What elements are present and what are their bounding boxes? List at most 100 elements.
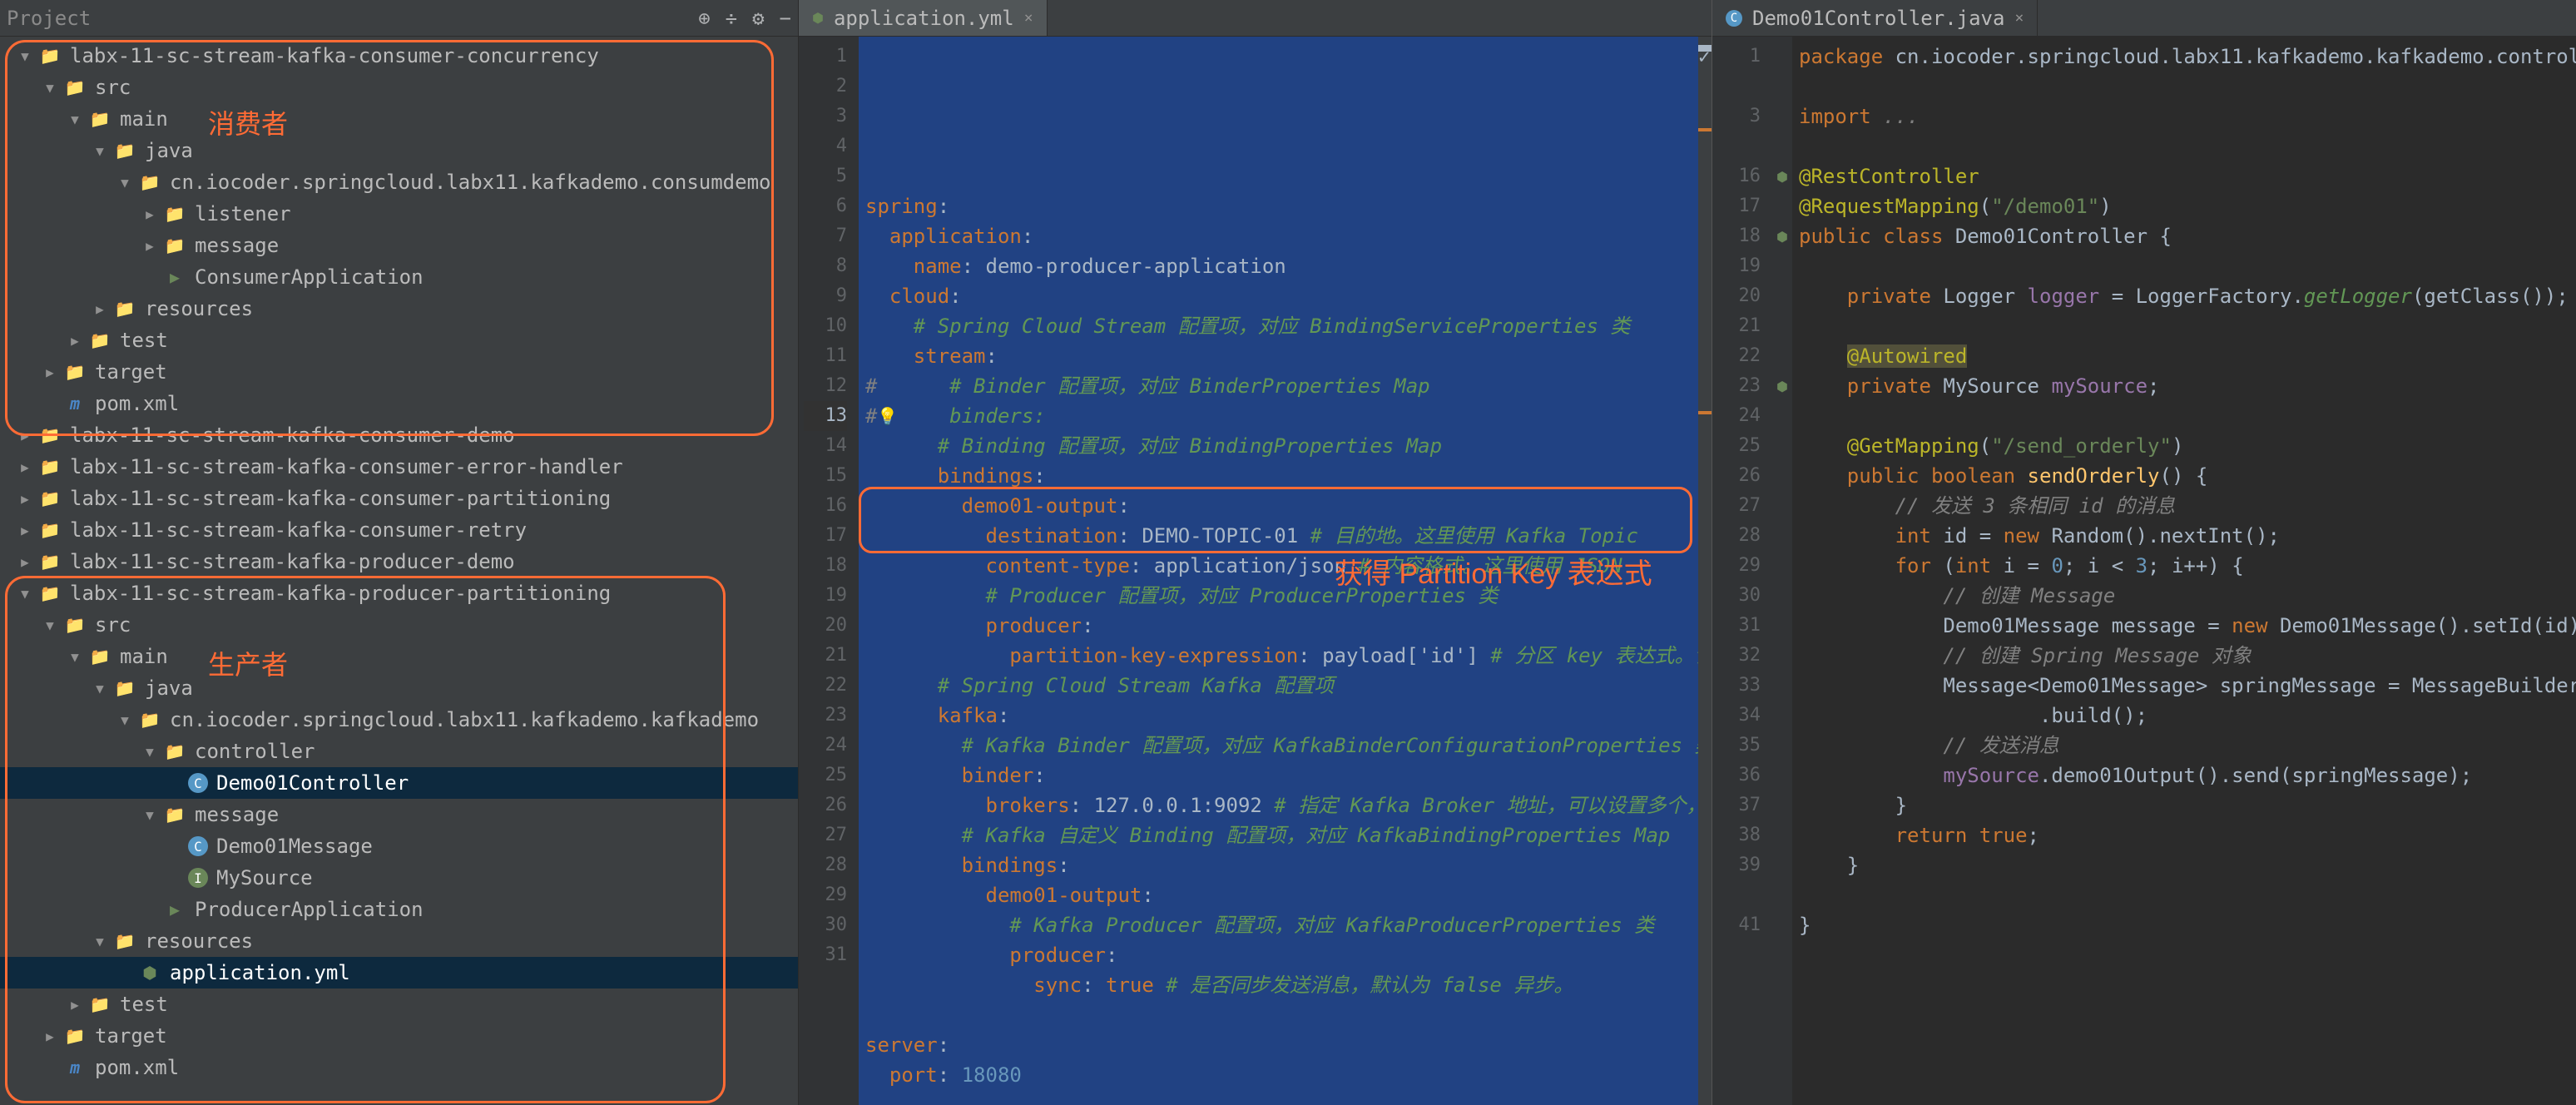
code-yml[interactable]: spring: application: name: demo-producer… [859, 37, 1698, 1105]
code-line[interactable]: sync: true # 是否同步发送消息，默认为 false 异步。 [865, 970, 1692, 1000]
code-line[interactable]: @Autowired [1799, 341, 2569, 371]
code-line[interactable]: public class Demo01Controller { [1799, 221, 2569, 251]
run-gutter-icon[interactable]: ⬢ [1776, 379, 1788, 394]
code-line[interactable]: int id = new Random().nextInt(); [1799, 521, 2569, 551]
run-gutter-icon[interactable]: ⬢ [1776, 169, 1788, 185]
code-line[interactable]: kafka: [865, 701, 1692, 731]
chevron-right-icon[interactable]: ▶ [92, 301, 108, 317]
close-icon[interactable]: × [2014, 9, 2024, 27]
chevron-right-icon[interactable]: ▶ [17, 459, 33, 475]
code-line[interactable]: destination: DEMO-TOPIC-01 # 目的地。这里使用 Ka… [865, 521, 1692, 551]
code-line[interactable]: brokers: 127.0.0.1:9092 # 指定 Kafka Broke… [865, 790, 1692, 820]
code-line[interactable]: # Binding 配置项，对应 BindingProperties Map [865, 431, 1692, 461]
code-line[interactable]: @GetMapping("/send_orderly") [1799, 431, 2569, 461]
code-line[interactable]: application: [865, 221, 1692, 251]
chevron-down-icon[interactable]: ▼ [116, 712, 133, 728]
chevron-right-icon[interactable]: ▶ [141, 206, 158, 222]
code-line[interactable]: server: [865, 1030, 1692, 1060]
code-line[interactable]: # # Binder 配置项，对应 BinderProperties Map [865, 371, 1692, 401]
chevron-down-icon[interactable]: ▼ [116, 175, 133, 191]
code-line[interactable] [865, 1000, 1692, 1030]
chevron-right-icon[interactable]: ▶ [17, 491, 33, 507]
code-line[interactable]: return true; [1799, 820, 2569, 850]
chevron-right-icon[interactable]: ▶ [17, 554, 33, 570]
tree-row[interactable]: ▶📁test [0, 989, 798, 1020]
code-line[interactable]: private Logger logger = LoggerFactory.ge… [1799, 281, 2569, 311]
chevron-right-icon[interactable]: ▶ [42, 364, 58, 380]
code-line[interactable]: # Spring Cloud Stream Kafka 配置项 [865, 671, 1692, 701]
code-line[interactable]: producer: [865, 611, 1692, 641]
tree-row[interactable]: ▼📁main [0, 103, 798, 135]
chevron-down-icon[interactable]: ▼ [92, 934, 108, 949]
chevron-right-icon[interactable]: ▶ [17, 523, 33, 538]
tree-row[interactable]: ▼📁labx-11-sc-stream-kafka-producer-parti… [0, 577, 798, 609]
code-line[interactable]: producer: [865, 940, 1692, 970]
code-line[interactable]: # binders: [865, 401, 1692, 431]
tree-row[interactable]: ▶📁target [0, 356, 798, 388]
code-line[interactable] [865, 1090, 1692, 1105]
code-line[interactable]: mySource.demo01Output().send(springMessa… [1799, 761, 2569, 790]
chevron-down-icon[interactable]: ▼ [67, 649, 83, 665]
code-line[interactable]: import ... [1799, 102, 2569, 131]
code-line[interactable]: name: demo-producer-application [865, 251, 1692, 281]
code-line[interactable]: } [1799, 910, 2569, 940]
tree-row[interactable]: ▶▶ConsumerApplication [0, 261, 798, 293]
tab-demo01controller[interactable]: C Demo01Controller.java × [1712, 0, 2038, 36]
code-line[interactable]: private MySource mySource; [1799, 371, 2569, 401]
chevron-down-icon[interactable]: ▼ [42, 617, 58, 633]
code-line[interactable]: port: 18080 [865, 1060, 1692, 1090]
chevron-right-icon[interactable]: ▶ [67, 997, 83, 1013]
tree-row[interactable]: ▶📁target [0, 1020, 798, 1052]
scroll-strip-yml[interactable]: ✓ [1698, 37, 1712, 1105]
code-line[interactable]: // 发送消息 [1799, 731, 2569, 761]
project-tree[interactable]: ▼📁labx-11-sc-stream-kafka-consumer-concu… [0, 37, 798, 1105]
code-line[interactable]: public boolean sendOrderly() { [1799, 461, 2569, 491]
chevron-down-icon[interactable]: ▼ [42, 80, 58, 96]
tree-row[interactable]: ▶📁test [0, 325, 798, 356]
code-line[interactable] [1799, 880, 2569, 910]
code-line[interactable]: binder: [865, 761, 1692, 790]
tree-row[interactable]: ▶📁labx-11-sc-stream-kafka-consumer-parti… [0, 483, 798, 514]
tree-row[interactable]: ▼📁labx-11-sc-stream-kafka-consumer-concu… [0, 40, 798, 72]
gear-icon[interactable]: ⚙ [752, 7, 764, 30]
tree-row[interactable]: ▼📁main [0, 641, 798, 672]
code-line[interactable]: content-type: application/json # 内容格式。这里… [865, 551, 1692, 581]
chevron-right-icon[interactable]: ▶ [17, 428, 33, 443]
code-line[interactable] [1799, 311, 2569, 341]
tree-row[interactable]: ▼📁controller [0, 736, 798, 767]
code-line[interactable]: spring: [865, 191, 1692, 221]
target-icon[interactable]: ⊕ [698, 7, 710, 30]
chevron-down-icon[interactable]: ▼ [17, 586, 33, 602]
code-line[interactable]: stream: [865, 341, 1692, 371]
code-line[interactable]: // 创建 Message [1799, 581, 2569, 611]
tree-row[interactable]: ▶mpom.xml [0, 1052, 798, 1083]
chevron-down-icon[interactable]: ▼ [92, 143, 108, 159]
tree-row[interactable]: ▶⬢application.yml [0, 957, 798, 989]
code-line[interactable]: demo01-output: [865, 880, 1692, 910]
code-line[interactable]: package cn.iocoder.springcloud.labx11.ka… [1799, 42, 2569, 72]
code-line[interactable] [1799, 72, 2569, 102]
collapse-icon[interactable]: − [780, 7, 791, 30]
code-line[interactable]: # Kafka Binder 配置项，对应 KafkaBinderConfigu… [865, 731, 1692, 761]
chevron-right-icon[interactable]: ▶ [67, 333, 83, 349]
tree-row[interactable]: ▶📁labx-11-sc-stream-kafka-consumer-error… [0, 451, 798, 483]
code-line[interactable]: // 发送 3 条相同 id 的消息 [1799, 491, 2569, 521]
chevron-down-icon[interactable]: ▼ [141, 744, 158, 760]
chevron-down-icon[interactable]: ▼ [17, 48, 33, 64]
tree-row[interactable]: ▶▶ProducerApplication [0, 894, 798, 925]
code-line[interactable] [1799, 131, 2569, 161]
code-line[interactable]: } [1799, 850, 2569, 880]
code-line[interactable]: Message<Demo01Message> springMessage = M… [1799, 671, 2569, 701]
code-line[interactable]: # Kafka 自定义 Binding 配置项，对应 KafkaBindingP… [865, 820, 1692, 850]
tree-row[interactable]: ▶mpom.xml [0, 388, 798, 419]
chevron-down-icon[interactable]: ▼ [92, 681, 108, 696]
tab-application-yml[interactable]: ⬢ application.yml × [799, 0, 1048, 36]
chevron-down-icon[interactable]: ▼ [141, 807, 158, 823]
tree-row[interactable]: ▶📁resources [0, 293, 798, 325]
tree-row[interactable]: ▶📁listener [0, 198, 798, 230]
tree-row[interactable]: ▼📁src [0, 72, 798, 103]
code-line[interactable]: @RequestMapping("/demo01") [1799, 191, 2569, 221]
tree-row[interactable]: ▼📁resources [0, 925, 798, 957]
code-line[interactable]: demo01-output: [865, 491, 1692, 521]
code-line[interactable]: # Kafka Producer 配置项，对应 KafkaProducerPro… [865, 910, 1692, 940]
